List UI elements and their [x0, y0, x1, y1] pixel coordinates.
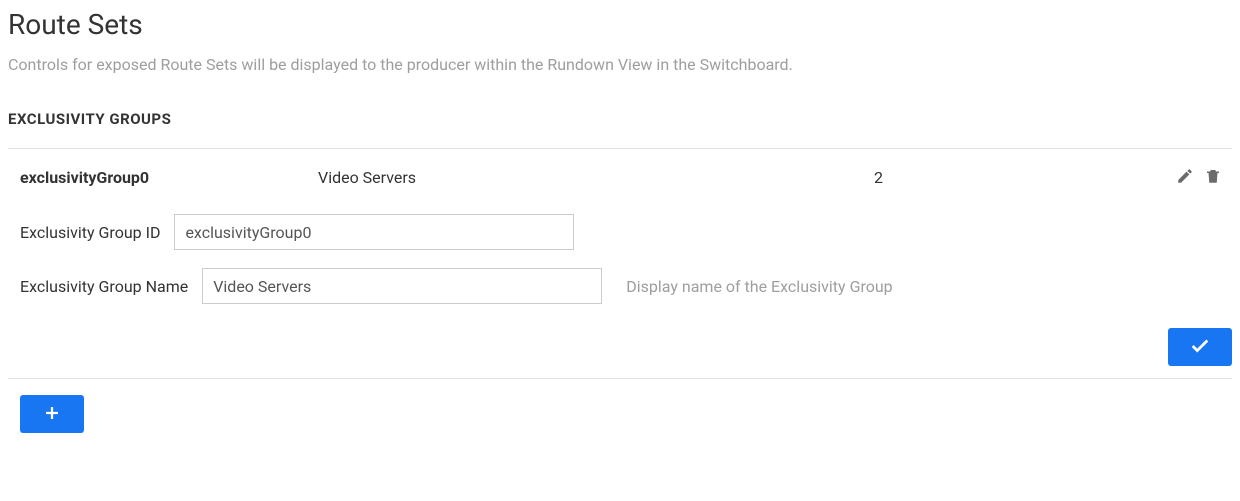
- group-name-summary: Video Servers: [318, 168, 874, 187]
- exclusivity-group-id-input[interactable]: [174, 214, 574, 250]
- exclusivity-groups-header: EXCLUSIVITY GROUPS: [8, 110, 1232, 128]
- exclusivity-group-id-label: Exclusivity Group ID: [20, 223, 160, 242]
- exclusivity-group-row: exclusivityGroup0 Video Servers 2: [8, 165, 1232, 190]
- bottom-divider: [8, 378, 1232, 379]
- group-count-summary: 2: [874, 168, 1174, 187]
- bottom-actions: [8, 395, 1232, 433]
- check-icon: [1189, 335, 1211, 360]
- plus-icon: [43, 404, 61, 425]
- edit-button[interactable]: [1174, 165, 1196, 190]
- page-title: Route Sets: [8, 8, 1232, 41]
- exclusivity-group-id-field-row: Exclusivity Group ID: [8, 214, 1232, 250]
- confirm-button[interactable]: [1168, 328, 1232, 366]
- exclusivity-group-name-label: Exclusivity Group Name: [20, 277, 188, 296]
- trash-icon: [1204, 167, 1222, 188]
- group-id-summary: exclusivityGroup0: [8, 168, 318, 187]
- section-divider: [8, 148, 1232, 149]
- exclusivity-group-name-hint: Display name of the Exclusivity Group: [626, 277, 892, 296]
- pencil-icon: [1176, 167, 1194, 188]
- delete-button[interactable]: [1202, 165, 1224, 190]
- group-actions: [1174, 165, 1232, 190]
- exclusivity-group-name-field-row: Exclusivity Group Name Display name of t…: [8, 268, 1232, 304]
- page-description: Controls for exposed Route Sets will be …: [8, 55, 1232, 74]
- exclusivity-group-name-input[interactable]: [202, 268, 602, 304]
- confirm-row: [8, 328, 1232, 366]
- add-button[interactable]: [20, 395, 84, 433]
